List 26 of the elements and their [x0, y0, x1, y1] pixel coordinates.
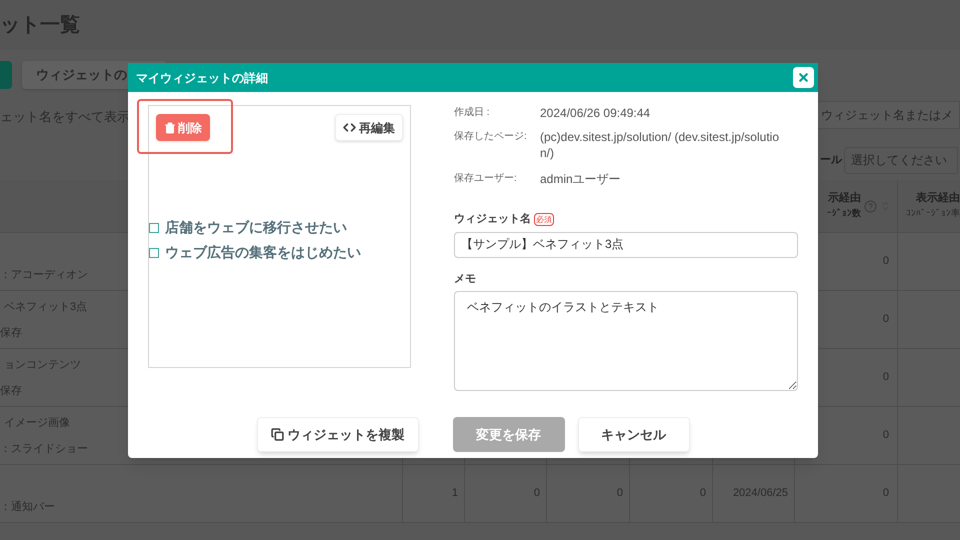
- add-button[interactable]: [0, 61, 12, 89]
- info-value: adminユーザー: [540, 171, 622, 187]
- copy-icon: [270, 428, 284, 441]
- field-label: ウィジェット名: [454, 212, 531, 227]
- info-label: 作成日 :: [454, 106, 491, 120]
- close-button[interactable]: [793, 67, 814, 88]
- field-label: メモ: [454, 272, 477, 286]
- required-badge: 必須: [534, 212, 554, 226]
- info-label: 保存ユーザー:: [454, 172, 518, 186]
- widget-name-field[interactable]: 【サンプル】ベネフィット3点: [454, 232, 798, 258]
- checkbox-icon: [149, 248, 159, 258]
- memo-field[interactable]: ベネフィットのイラストとテキスト: [454, 291, 798, 391]
- benefit-text: 店舗をウェブに移行させたい: [165, 218, 347, 237]
- info-value: 2024/06/26 09:49:44: [540, 105, 652, 121]
- cancel-button[interactable]: キャンセル: [578, 417, 690, 452]
- help-icon[interactable]: [864, 200, 877, 212]
- duplicate-button[interactable]: ウィジェットを複製: [256, 417, 418, 452]
- reedit-button[interactable]: 再編集: [335, 114, 403, 141]
- info-value: (pc)dev.sitest.jp/solution/ (dev.sitest.jp/solution/): [540, 129, 780, 161]
- filter-label: ール: [820, 152, 842, 168]
- close-icon: [797, 71, 810, 84]
- benefit-text: ウェブ広告の集客をはじめたい: [165, 243, 361, 262]
- info-label: 保存したページ:: [454, 130, 528, 144]
- code-icon: [343, 121, 356, 134]
- checkbox-icon: [149, 222, 159, 232]
- trash-icon: [164, 122, 176, 134]
